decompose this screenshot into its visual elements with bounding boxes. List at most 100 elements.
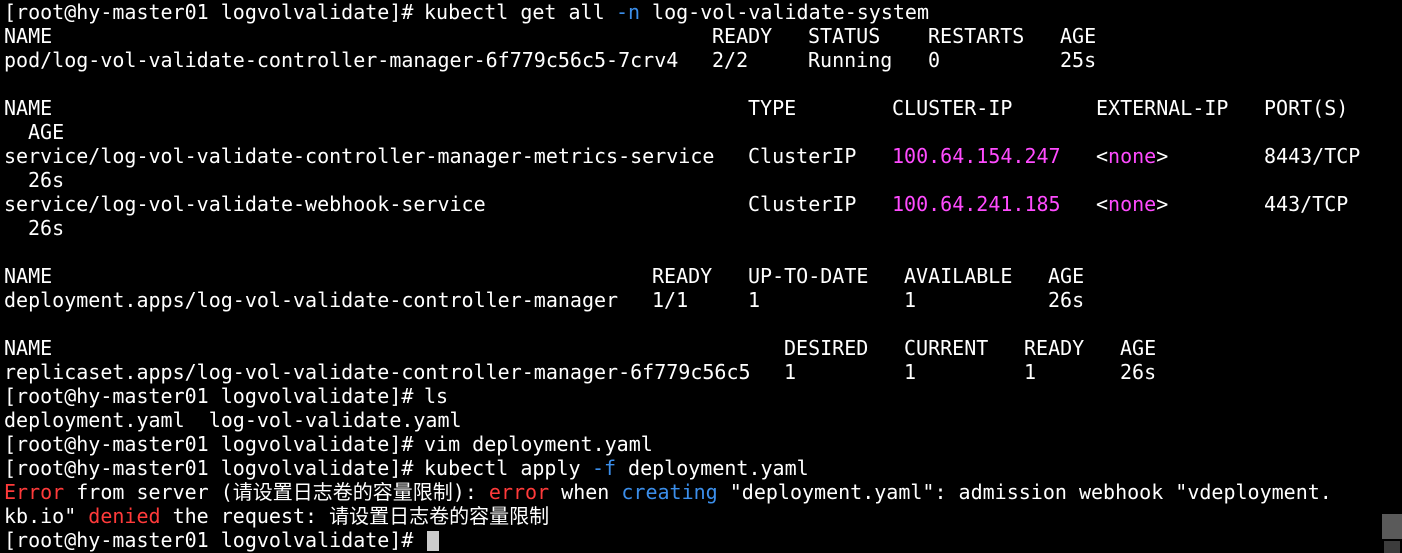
pod-ready: 2/2 [712, 48, 749, 72]
error-text: from server (请设置日志卷的容量限制): [64, 480, 489, 504]
none-value: none [1108, 192, 1157, 216]
error-text: when [549, 480, 622, 504]
error-text: "deployment.yaml": admission webhook "vd… [717, 480, 1332, 504]
error-keyword: Error [4, 480, 65, 504]
shell-prompt: [root@hy-master01 logvolvalidate]# [4, 384, 426, 408]
angle-close: > [1156, 192, 1169, 216]
command-arg: log-vol-validate-system [640, 0, 929, 24]
command-line-ls: [root@hy-master01 logvolvalidate]# ls [4, 384, 448, 408]
error-text: the request: 请设置日志卷的容量限制 [160, 504, 550, 528]
pods-header-restarts: RESTARTS [928, 24, 1025, 48]
table-row: replicaset.apps/log-vol-validate-control… [4, 360, 1156, 384]
service-type: ClusterIP [748, 192, 857, 216]
pod-name: pod/log-vol-validate-controller-manager-… [4, 48, 679, 72]
deployment-up-to-date: 1 [748, 288, 761, 312]
deployments-header: NAME READY UP-TO-DATE AVAILABLE AGE [4, 264, 1084, 288]
error-message-line-1: Error from server (请设置日志卷的容量限制): error w… [4, 480, 1332, 504]
replicasets-header-ready: READY [1024, 336, 1085, 360]
deployment-age: 26s [1048, 288, 1085, 312]
services-header: NAME TYPE CLUSTER-IP EXTERNAL-IP PORT(S) [4, 96, 1348, 120]
none-value: none [1108, 144, 1157, 168]
pods-header-status: STATUS [808, 24, 881, 48]
ls-output-text: deployment.yaml log-vol-validate.yaml [4, 408, 462, 432]
command-text: vim deployment.yaml [424, 432, 653, 456]
pods-header-age: AGE [1060, 24, 1097, 48]
shell-prompt: [root@hy-master01 logvolvalidate]# [4, 528, 426, 552]
deployments-header-age: AGE [1048, 264, 1085, 288]
replicaset-age: 26s [1120, 360, 1157, 384]
replicaset-ready: 1 [1024, 360, 1037, 384]
angle-close: > [1156, 144, 1169, 168]
table-row: pod/log-vol-validate-controller-manager-… [4, 48, 1096, 72]
service-type: ClusterIP [748, 144, 857, 168]
deployments-header-available: AVAILABLE [904, 264, 1013, 288]
table-row-wrap: 26s [4, 216, 64, 240]
error-text: kb.io" [4, 504, 89, 528]
table-row: deployment.apps/log-vol-validate-control… [4, 288, 1084, 312]
service-name: service/log-vol-validate-webhook-service [4, 192, 486, 216]
command-text: kubectl apply [424, 456, 593, 480]
services-header-name: NAME [4, 96, 53, 120]
error-keyword: creating [621, 480, 718, 504]
pods-header-ready: READY [712, 24, 773, 48]
deployment-name: deployment.apps/log-vol-validate-control… [4, 288, 619, 312]
angle-open: < [1096, 192, 1109, 216]
pod-age: 25s [1060, 48, 1097, 72]
command-text: ls [424, 384, 449, 408]
command-line-get-all: [root@hy-master01 logvolvalidate]# kubec… [4, 0, 929, 24]
text-cursor [427, 531, 439, 551]
command-arg: deployment.yaml [616, 456, 809, 480]
ls-output: deployment.yaml log-vol-validate.yaml [4, 408, 462, 432]
command-line-apply: [root@hy-master01 logvolvalidate]# kubec… [4, 456, 809, 480]
replicasets-header-name: NAME [4, 336, 53, 360]
terminal-window[interactable]: [root@hy-master01 logvolvalidate]# kubec… [0, 0, 1382, 553]
shell-prompt: [root@hy-master01 logvolvalidate]# [4, 0, 426, 24]
services-header-ports: PORT(S) [1264, 96, 1349, 120]
services-header-external-ip: EXTERNAL-IP [1096, 96, 1229, 120]
command-line-vim: [root@hy-master01 logvolvalidate]# vim d… [4, 432, 653, 456]
service-cluster-ip: 100.64.154.247 [892, 144, 1061, 168]
service-ports: 8443/TCP [1264, 144, 1361, 168]
deployments-header-up-to-date: UP-TO-DATE [748, 264, 869, 288]
service-cluster-ip: 100.64.241.185 [892, 192, 1061, 216]
table-row-wrap: 26s [4, 168, 64, 192]
command-flag: -n [616, 0, 641, 24]
services-header-type: TYPE [748, 96, 797, 120]
service-name: service/log-vol-validate-controller-mana… [4, 144, 715, 168]
replicasets-header-current: CURRENT [904, 336, 989, 360]
replicaset-desired: 1 [784, 360, 797, 384]
scroll-down-icon[interactable] [1384, 541, 1400, 553]
deployments-header-ready: READY [652, 264, 713, 288]
table-row: service/log-vol-validate-webhook-service… [4, 192, 1348, 216]
pod-status: Running [808, 48, 893, 72]
scrollbar-thumb[interactable] [1382, 514, 1402, 539]
shell-prompt: [root@hy-master01 logvolvalidate]# [4, 456, 426, 480]
table-row: service/log-vol-validate-controller-mana… [4, 144, 1360, 168]
angle-open: < [1096, 144, 1109, 168]
service-ports: 443/TCP [1264, 192, 1349, 216]
deployment-ready: 1/1 [652, 288, 689, 312]
pods-header-name: NAME [4, 24, 53, 48]
service-age: 26s [28, 216, 65, 240]
replicaset-current: 1 [904, 360, 917, 384]
error-keyword: denied [88, 504, 161, 528]
pods-header: NAME READY STATUS RESTARTS AGE [4, 24, 1096, 48]
pod-restarts: 0 [928, 48, 941, 72]
shell-prompt: [root@hy-master01 logvolvalidate]# [4, 432, 426, 456]
replicasets-header: NAME DESIRED CURRENT READY AGE [4, 336, 1156, 360]
deployments-header-name: NAME [4, 264, 53, 288]
command-flag: -f [592, 456, 617, 480]
deployment-available: 1 [904, 288, 917, 312]
services-header-cluster-ip: CLUSTER-IP [892, 96, 1013, 120]
vertical-scrollbar[interactable] [1382, 0, 1402, 553]
services-header-age: AGE [28, 120, 65, 144]
error-keyword: error [488, 480, 550, 504]
replicaset-name: replicaset.apps/log-vol-validate-control… [4, 360, 751, 384]
command-line-current[interactable]: [root@hy-master01 logvolvalidate]# [4, 528, 439, 552]
error-message-line-2: kb.io" denied the request: 请设置日志卷的容量限制 [4, 504, 549, 528]
service-external-ip: <none> [1096, 192, 1168, 216]
service-external-ip: <none> [1096, 144, 1168, 168]
command-text: kubectl get all [424, 0, 617, 24]
replicasets-header-age: AGE [1120, 336, 1157, 360]
service-age: 26s [28, 168, 65, 192]
